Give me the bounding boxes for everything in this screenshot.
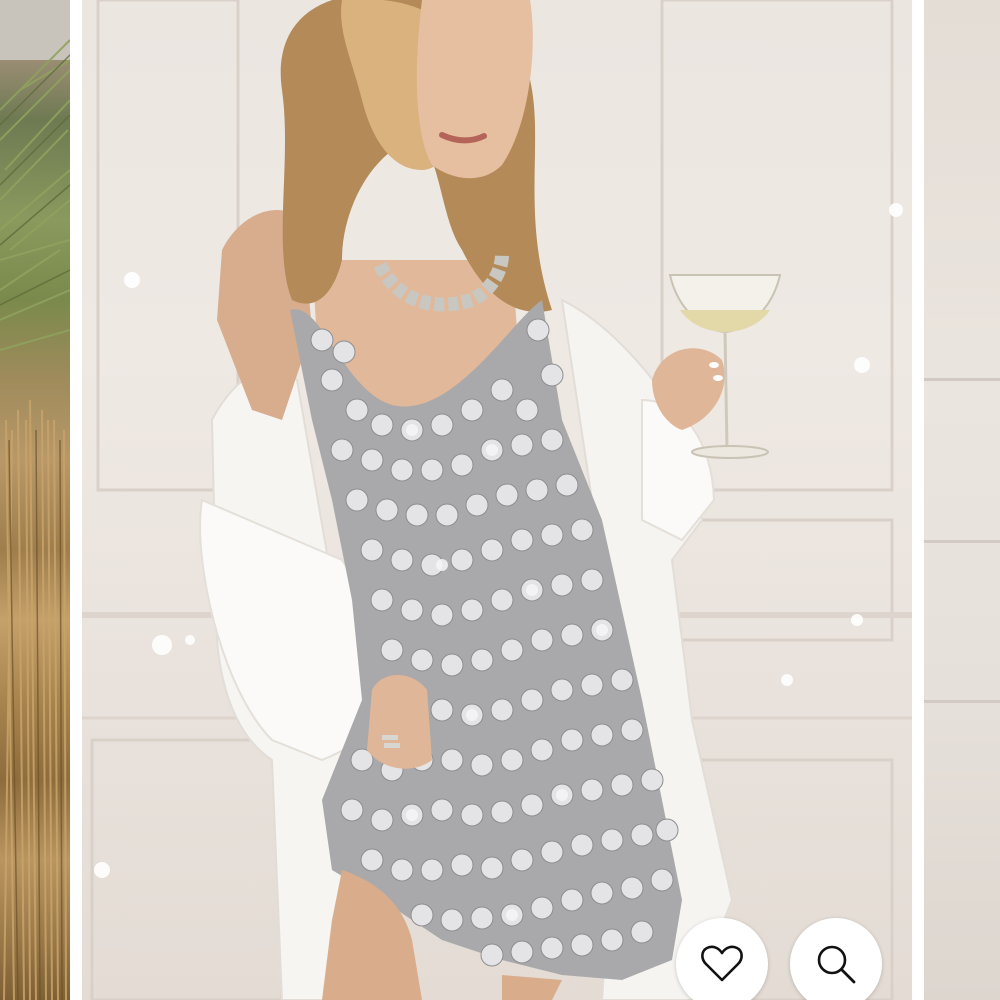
wall-molding (924, 378, 1000, 381)
model-photo (82, 0, 912, 1000)
heart-icon (701, 945, 743, 982)
search-icon (817, 945, 856, 984)
product-image-gallery (0, 0, 1000, 1000)
wall-molding (924, 540, 1000, 543)
image-search-button[interactable] (790, 918, 882, 1000)
desert-plant-photo (0, 0, 70, 1000)
wishlist-button[interactable] (676, 918, 768, 1000)
wall-molding (924, 700, 1000, 703)
previous-image-peek[interactable] (0, 0, 70, 1000)
next-image-peek[interactable] (924, 0, 1000, 1000)
main-product-image[interactable] (82, 0, 912, 1000)
